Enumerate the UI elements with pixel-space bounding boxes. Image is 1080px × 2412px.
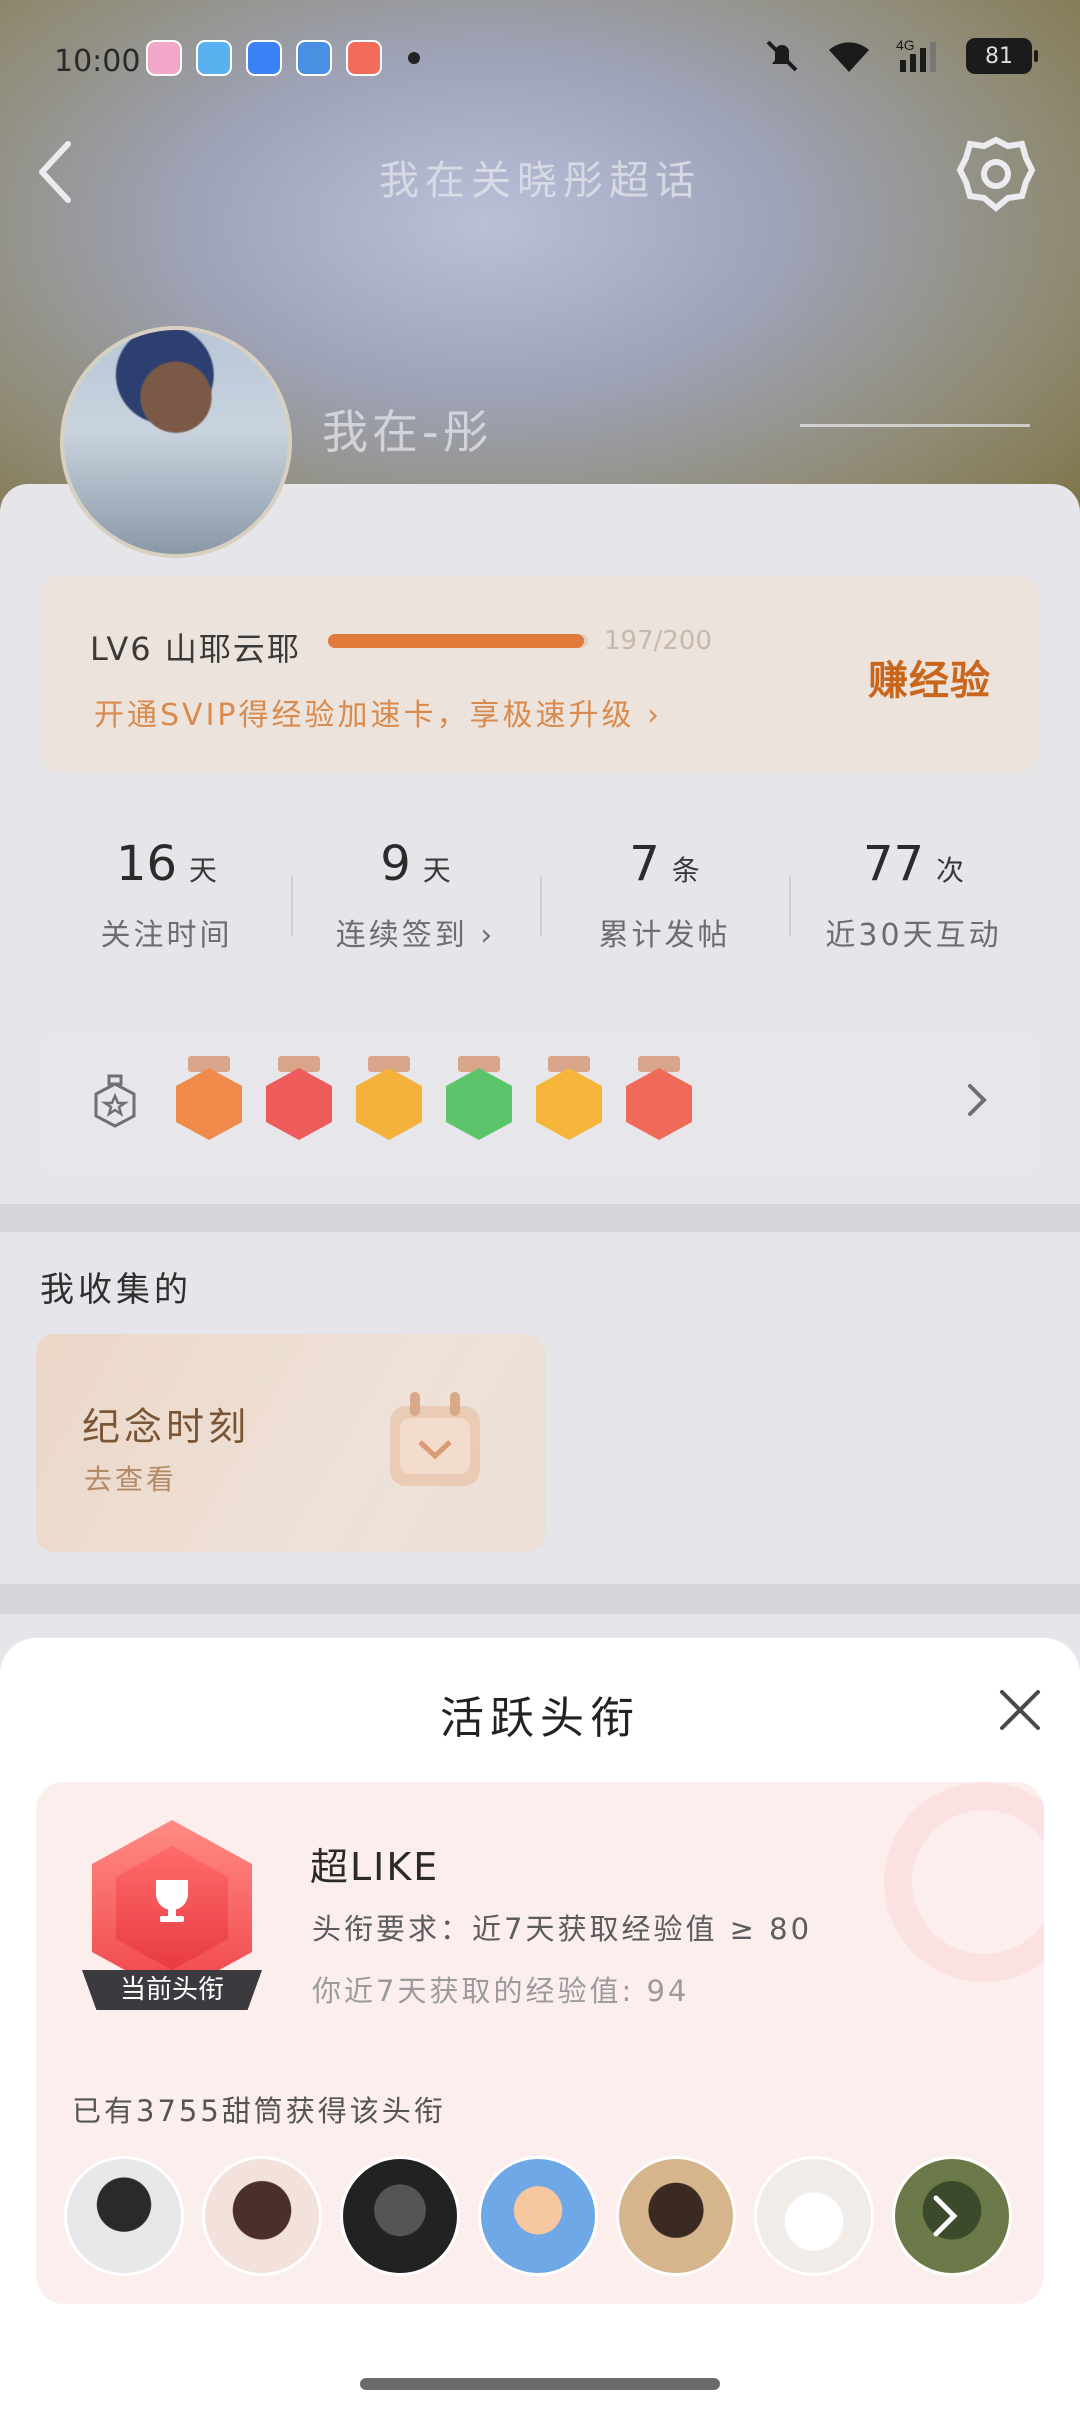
medal-lock-icon [94,1074,136,1128]
stat-unit: 次 [936,854,965,887]
medal-list [176,1056,692,1140]
status-indicators: 4G 81 [762,36,1038,76]
network-label: 4G [896,37,915,53]
card-decoration [884,1782,1044,1982]
stat-value: 16 [115,836,178,892]
calendar-illustration-icon [390,1392,480,1486]
current-title-badge: 当前头衔 [82,1820,262,2026]
memorial-moment-title: 纪念时刻 [82,1405,251,1449]
stat-item: 77 次近30天互动 [789,836,1038,986]
holder-avatar[interactable] [754,2156,874,2276]
name-underline [800,424,1030,427]
status-time: 10:00 [54,44,141,79]
level-name: LV6 山耶云耶 [90,630,301,668]
section-divider [0,1584,1080,1614]
stat-label: 连续签到 › [335,918,496,953]
settings-button[interactable] [956,134,1036,214]
more-notifications-dot [408,52,420,64]
memorial-moment-link[interactable]: 去查看 [84,1458,177,1498]
svip-upgrade-link[interactable]: 开通SVIP得经验加速卡，享极速升级 › [94,690,662,734]
stat-item[interactable]: 9 天连续签到 › [291,836,540,986]
username: 我在-彤 [322,405,493,459]
rock-hand-medal-icon [626,1056,692,1140]
stats-row: 16 天关注时间 9 天连续签到 › 7 条累计发帖 77 次近30天互动 [42,836,1038,986]
close-icon [1000,1690,1040,1730]
app-notification-icon [296,40,332,76]
title-name: 超LIKE [310,1845,440,1889]
exp-progress-text: 197/200 [604,626,713,656]
holder-avatar[interactable] [478,2156,598,2276]
exp-progress-bar [328,634,588,648]
laugh-medal-icon [536,1056,602,1140]
lve-medal-icon [176,1056,242,1140]
gear-icon [956,136,1036,212]
app-notification-icon [246,40,282,76]
holder-avatar[interactable] [616,2156,736,2276]
home-indicator[interactable] [360,2378,720,2390]
stat-item: 16 天关注时间 [42,836,291,986]
trophy-icon [156,1880,188,1922]
earn-exp-button[interactable]: 赚经验 [868,648,991,706]
holder-avatar[interactable] [340,2156,460,2276]
chevron-right-icon [968,1084,987,1116]
medal-more-button[interactable] [962,1078,992,1122]
my-exp-value: 你近7天获取的经验值: 94 [312,1974,690,2008]
mute-icon [766,40,798,72]
stat-unit: 条 [671,854,700,887]
holders-more-button[interactable] [928,2190,964,2242]
collection-title: 我收集的 [40,1270,192,1310]
app-notification-icon [346,40,382,76]
holder-avatar-list [64,2156,1012,2276]
stat-label: 累计发帖 [598,918,731,953]
holder-avatar[interactable] [202,2156,322,2276]
stat-value: 9 [380,836,411,892]
app-notification-icon [146,40,182,76]
status-bar: 10:00 4G 81 [0,30,1080,96]
signal-icon: 4G [896,37,936,72]
stat-unit: 天 [422,854,451,887]
stat-value: 7 [629,836,660,892]
hi-medal-icon [356,1056,422,1140]
stat-item: 7 条累计发帖 [540,836,789,986]
title-requirement: 头衔要求：近7天获取经验值 ≥ 80 [312,1912,813,1946]
section-divider [0,1204,1080,1232]
page-title: 我在关晓彤超话 [379,158,701,204]
hand-medal-icon [446,1056,512,1140]
battery-indicator: 81 [966,38,1038,74]
holder-avatar[interactable] [64,2156,184,2276]
stat-label: 关注时间 [100,918,233,953]
notification-icons [146,40,420,76]
stat-unit: 天 [189,854,218,887]
sheet-title: 活跃头衔 [440,1693,640,1744]
holders-count-text: 已有3755甜筒获得该头衔 [72,2094,446,2128]
chevron-right-icon [933,2195,958,2237]
stat-label: 近30天互动 [825,918,1002,953]
wifi-icon [829,42,869,72]
close-button[interactable] [994,1684,1046,1736]
exp-progress-fill [328,634,585,648]
app-notification-icon [196,40,232,76]
current-title-tag: 当前头衔 [82,1970,262,2010]
trophy-medal-icon [266,1056,332,1140]
stat-value: 77 [862,836,925,892]
user-avatar[interactable] [60,326,292,558]
